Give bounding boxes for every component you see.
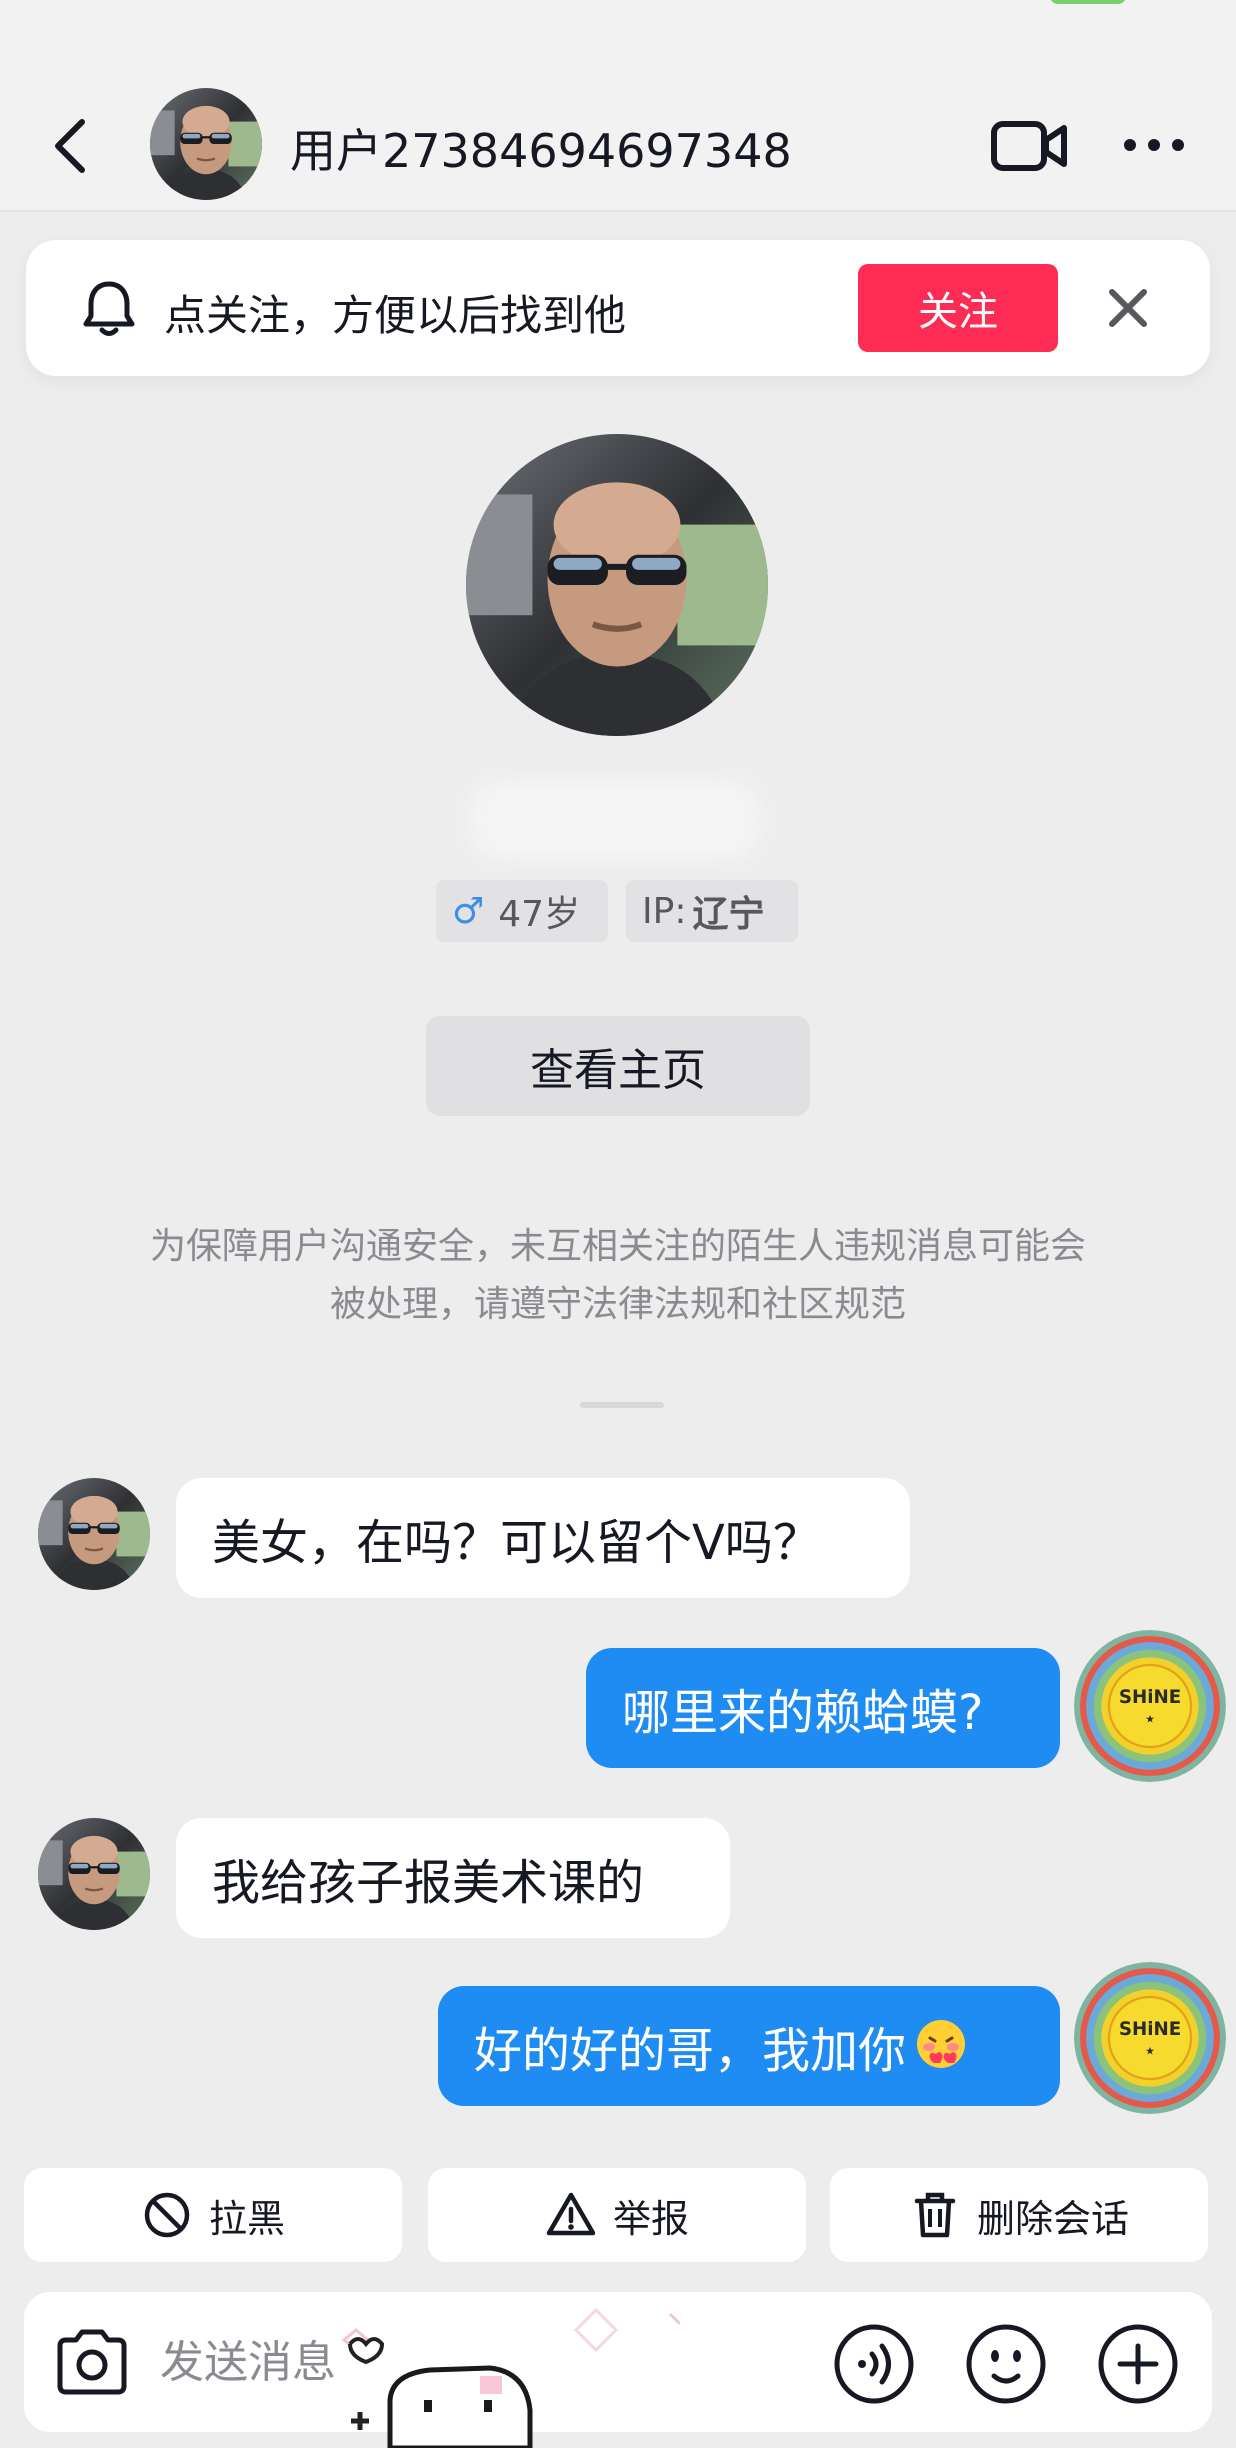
more-icon [1124, 139, 1184, 151]
chat-header: 用户27384694697348 [0, 0, 1236, 212]
plus-icon [1098, 2324, 1178, 2404]
block-button[interactable]: 拉黑 [24, 2168, 402, 2262]
message-bubble-outgoing[interactable]: 哪里来的赖蛤蟆? [586, 1648, 1060, 1768]
close-icon [1109, 289, 1147, 327]
my-avatar[interactable] [1074, 1630, 1226, 1782]
blurred-nickname [470, 780, 760, 860]
block-icon [144, 2192, 190, 2238]
sender-avatar[interactable] [38, 1478, 150, 1590]
contact-name[interactable]: 用户27384694697348 [290, 115, 792, 181]
report-button[interactable]: 举报 [428, 2168, 806, 2262]
message-bubble-incoming[interactable]: 美女，在吗？可以留个V吗？ [176, 1478, 910, 1598]
emoji-button[interactable] [964, 2322, 1048, 2406]
close-banner-button[interactable] [1098, 278, 1158, 338]
camera-button[interactable] [52, 2326, 132, 2398]
more-actions-button[interactable] [1096, 2322, 1180, 2406]
age-text: 47岁 [498, 894, 581, 935]
message-text: 我给孩子报美术课的 [212, 1855, 645, 1911]
delete-chat-label: 删除会话 [976, 2196, 1129, 2241]
warning-icon [546, 2192, 596, 2236]
emoji-icon [966, 2324, 1046, 2404]
follow-button[interactable]: 关注 [858, 264, 1058, 352]
follow-prompt-text: 点关注，方便以后找到他 [164, 291, 627, 340]
contact-avatar[interactable] [150, 88, 262, 200]
camera-icon [57, 2329, 127, 2395]
ip-label: IP: [642, 890, 687, 932]
age-tag: ♂ 47岁 [436, 880, 608, 942]
video-call-button[interactable] [990, 116, 1070, 176]
bell-icon [78, 278, 140, 340]
my-avatar[interactable] [1074, 1962, 1226, 2114]
voice-icon [834, 2324, 914, 2404]
block-label: 拉黑 [208, 2196, 285, 2241]
battery-icon [1050, 0, 1126, 4]
sender-avatar[interactable] [38, 1818, 150, 1930]
follow-banner: 点关注，方便以后找到他 关注 [26, 240, 1210, 376]
more-button[interactable] [1120, 120, 1188, 170]
video-call-icon [991, 121, 1067, 171]
male-icon: ♂ [452, 890, 485, 932]
profile-avatar[interactable] [466, 434, 768, 736]
message-text: 好的好的哥，我加你 [474, 2023, 907, 2079]
message-bubble-outgoing[interactable]: 好的好的哥，我加你 [438, 1986, 1060, 2106]
view-profile-button[interactable]: 查看主页 [426, 1016, 810, 1116]
divider [580, 1402, 664, 1408]
delete-chat-button[interactable]: 删除会话 [830, 2168, 1208, 2262]
message-bubble-incoming[interactable]: 我给孩子报美术课的 [176, 1818, 730, 1938]
back-icon [55, 119, 85, 173]
voice-button[interactable] [832, 2322, 916, 2406]
ip-tag: IP: 辽宁 [626, 880, 798, 942]
blush-heart-emoji-icon [917, 2020, 966, 2068]
message-text: 美女，在吗？可以留个V吗？ [212, 1515, 821, 1571]
trash-icon [914, 2192, 956, 2238]
message-text: 哪里来的赖蛤蟆? [622, 1685, 984, 1741]
ip-value: 辽宁 [692, 894, 765, 935]
pixel-bunny-sticker [341, 2307, 680, 2448]
back-button[interactable] [38, 110, 110, 182]
report-label: 举报 [612, 2196, 689, 2241]
safety-notice: 为保障用户沟通安全，未互相关注的陌生人违规消息可能会被处理，请遵守法律法规和社区… [149, 1226, 1086, 1325]
